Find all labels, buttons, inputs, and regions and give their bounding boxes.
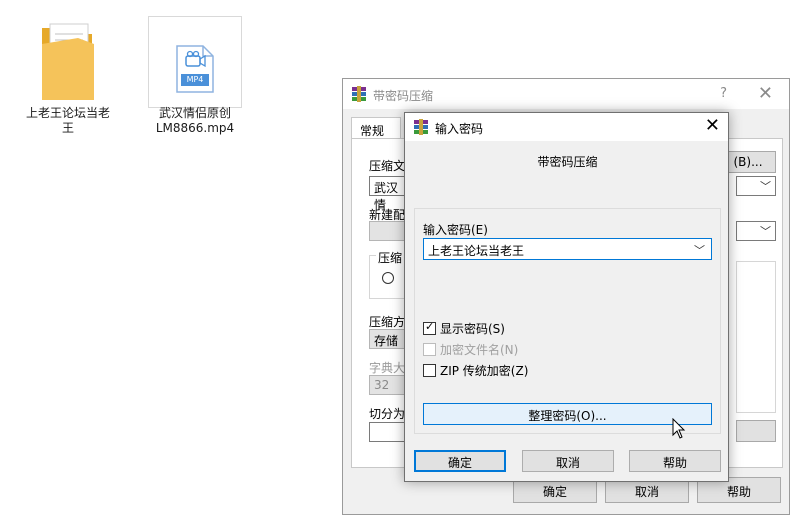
archive-name-label: 压缩文 [369, 159, 406, 173]
desktop-video-item[interactable]: MP4 武汉情侣原创LM8866.mp4 [148, 16, 242, 136]
chevron-down-icon[interactable]: ﹀ [694, 242, 705, 258]
cancel-button[interactable]: 取消 [522, 450, 614, 472]
folder-label: 上老王论坛当老王 [25, 106, 110, 135]
video-file-label: 武汉情侣原创LM8866.mp4 [155, 106, 235, 135]
chevron-down-icon: ﹀ [760, 180, 771, 193]
checkbox-unchecked[interactable] [423, 364, 436, 377]
close-button[interactable]: ✕ [705, 115, 720, 136]
options-groupbox [736, 261, 776, 413]
update-mode-select[interactable]: ﹀ [736, 176, 776, 196]
dialog-title: 输入密码 [435, 122, 484, 136]
zip-legacy-encryption-checkbox[interactable]: ZIP 传统加密(Z) [423, 362, 528, 379]
organize-passwords-button[interactable]: 整理密码(O)... [423, 403, 712, 425]
dialog-heading: 带密码压缩 [537, 155, 598, 169]
video-file-icon: MP4 [175, 44, 215, 94]
format-radio[interactable] [382, 272, 394, 284]
show-password-checkbox[interactable]: 显示密码(S) [423, 320, 505, 337]
help-button[interactable]: 帮助 [629, 450, 721, 472]
options-select[interactable]: ﹀ [736, 221, 776, 241]
winrar-icon [351, 86, 367, 102]
desktop-folder-item[interactable]: 上老王论坛当老王 [22, 18, 114, 136]
method-select[interactable]: 存储 [369, 329, 409, 349]
password-input[interactable]: 上老王论坛当老王 ﹀ [423, 238, 712, 260]
split-input[interactable] [369, 422, 409, 442]
mouse-cursor-icon [672, 417, 686, 443]
title-bar[interactable]: 输入密码 ✕ [405, 113, 728, 141]
archive-name-input[interactable]: 武汉情 [369, 176, 409, 212]
password-label: 输入密码(E) [423, 223, 488, 237]
set-button[interactable] [736, 420, 776, 442]
format-groupbox: 压缩 [369, 249, 409, 299]
folder-icon [38, 18, 98, 102]
format-label: 压缩 [376, 249, 405, 266]
title-bar[interactable]: 带密码压缩 ? ✕ [343, 79, 789, 109]
method-label: 压缩方 [369, 315, 406, 329]
show-password-label: 显示密码(S) [440, 322, 505, 336]
chevron-down-icon: ﹀ [760, 225, 771, 238]
checkbox-unchecked [423, 343, 436, 356]
mp4-badge: MP4 [186, 75, 204, 84]
tab-general[interactable]: 常规 [351, 117, 401, 139]
winrar-icon [413, 119, 429, 135]
close-button[interactable]: ✕ [758, 83, 773, 104]
encrypt-filenames-label: 加密文件名(N) [440, 343, 519, 357]
dialog-title: 带密码压缩 [373, 89, 434, 103]
ok-button[interactable]: 确定 [414, 450, 506, 472]
split-label: 切分为 [369, 407, 406, 421]
profile-select[interactable] [369, 221, 409, 241]
encrypt-filenames-checkbox: 加密文件名(N) [423, 341, 518, 358]
dictionary-label: 字典大 [369, 361, 406, 375]
dictionary-select[interactable]: 32 [369, 375, 409, 395]
checkbox-checked[interactable] [423, 320, 436, 335]
help-button[interactable]: ? [720, 86, 727, 101]
password-value: 上老王论坛当老王 [428, 244, 525, 258]
zip-legacy-encryption-label: ZIP 传统加密(Z) [440, 364, 529, 378]
